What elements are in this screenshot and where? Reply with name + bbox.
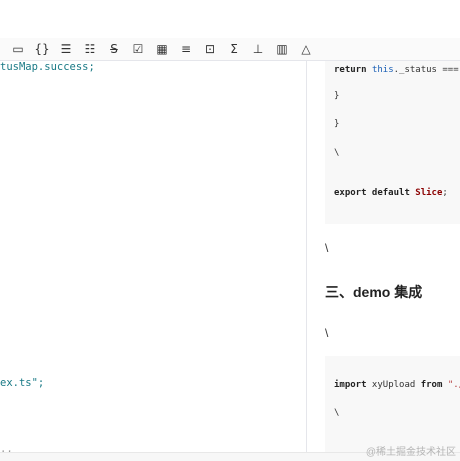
preview-code-block: import xyUpload from "./inc \ [325, 356, 460, 452]
code-line: } [334, 91, 340, 101]
preview-paragraph: \ [325, 326, 329, 340]
fullscreen-icon[interactable]: ⊡ [198, 39, 222, 59]
code-line: \ [334, 408, 340, 418]
code-line: import xyUpload from "./inc [334, 380, 460, 390]
checkbox-icon[interactable]: ☑ [126, 39, 150, 59]
ordered-list-icon[interactable]: ☷ [78, 39, 102, 59]
eraser-icon[interactable]: △ [294, 39, 318, 59]
preview-paragraph: \ [325, 241, 329, 255]
table-icon[interactable]: ▦ [150, 39, 174, 59]
preview-code-block: return this._status === sta } } \ export… [325, 61, 460, 224]
editor-line[interactable]: ex.ts"; [0, 377, 44, 389]
strikethrough-icon[interactable]: S̶ [102, 39, 126, 59]
preview-pane: return this._status === sta } } \ export… [307, 61, 460, 452]
preview-heading: 三、demo 集成 [325, 284, 423, 300]
editor-line[interactable]: tusMap.success; [0, 61, 95, 73]
code-line: } [334, 119, 340, 129]
bullet-list-icon[interactable]: ☰ [54, 39, 78, 59]
grid-icon[interactable]: ▥ [270, 39, 294, 59]
code-block-icon[interactable]: ▭ [6, 39, 30, 59]
tree-icon[interactable]: ⊥ [246, 39, 270, 59]
code-line: export default Slice; [334, 188, 448, 198]
sigma-icon[interactable]: Σ [222, 39, 246, 59]
code-line: \ [334, 148, 340, 158]
braces-icon[interactable]: {} [30, 39, 54, 59]
top-bar [0, 0, 460, 39]
markdown-editor[interactable]: tusMap.success; ex.ts"; ,, [0, 61, 306, 455]
code-line: return this._status === sta [334, 65, 459, 75]
align-center-icon[interactable]: ≡ [174, 39, 198, 59]
watermark: @稀土掘金技术社区 [365, 447, 456, 458]
editor-toolbar: ▭ {} ☰ ☷ S̶ ☑ ▦ ≡ ⊡ Σ ⊥ ▥ △ [0, 38, 460, 61]
